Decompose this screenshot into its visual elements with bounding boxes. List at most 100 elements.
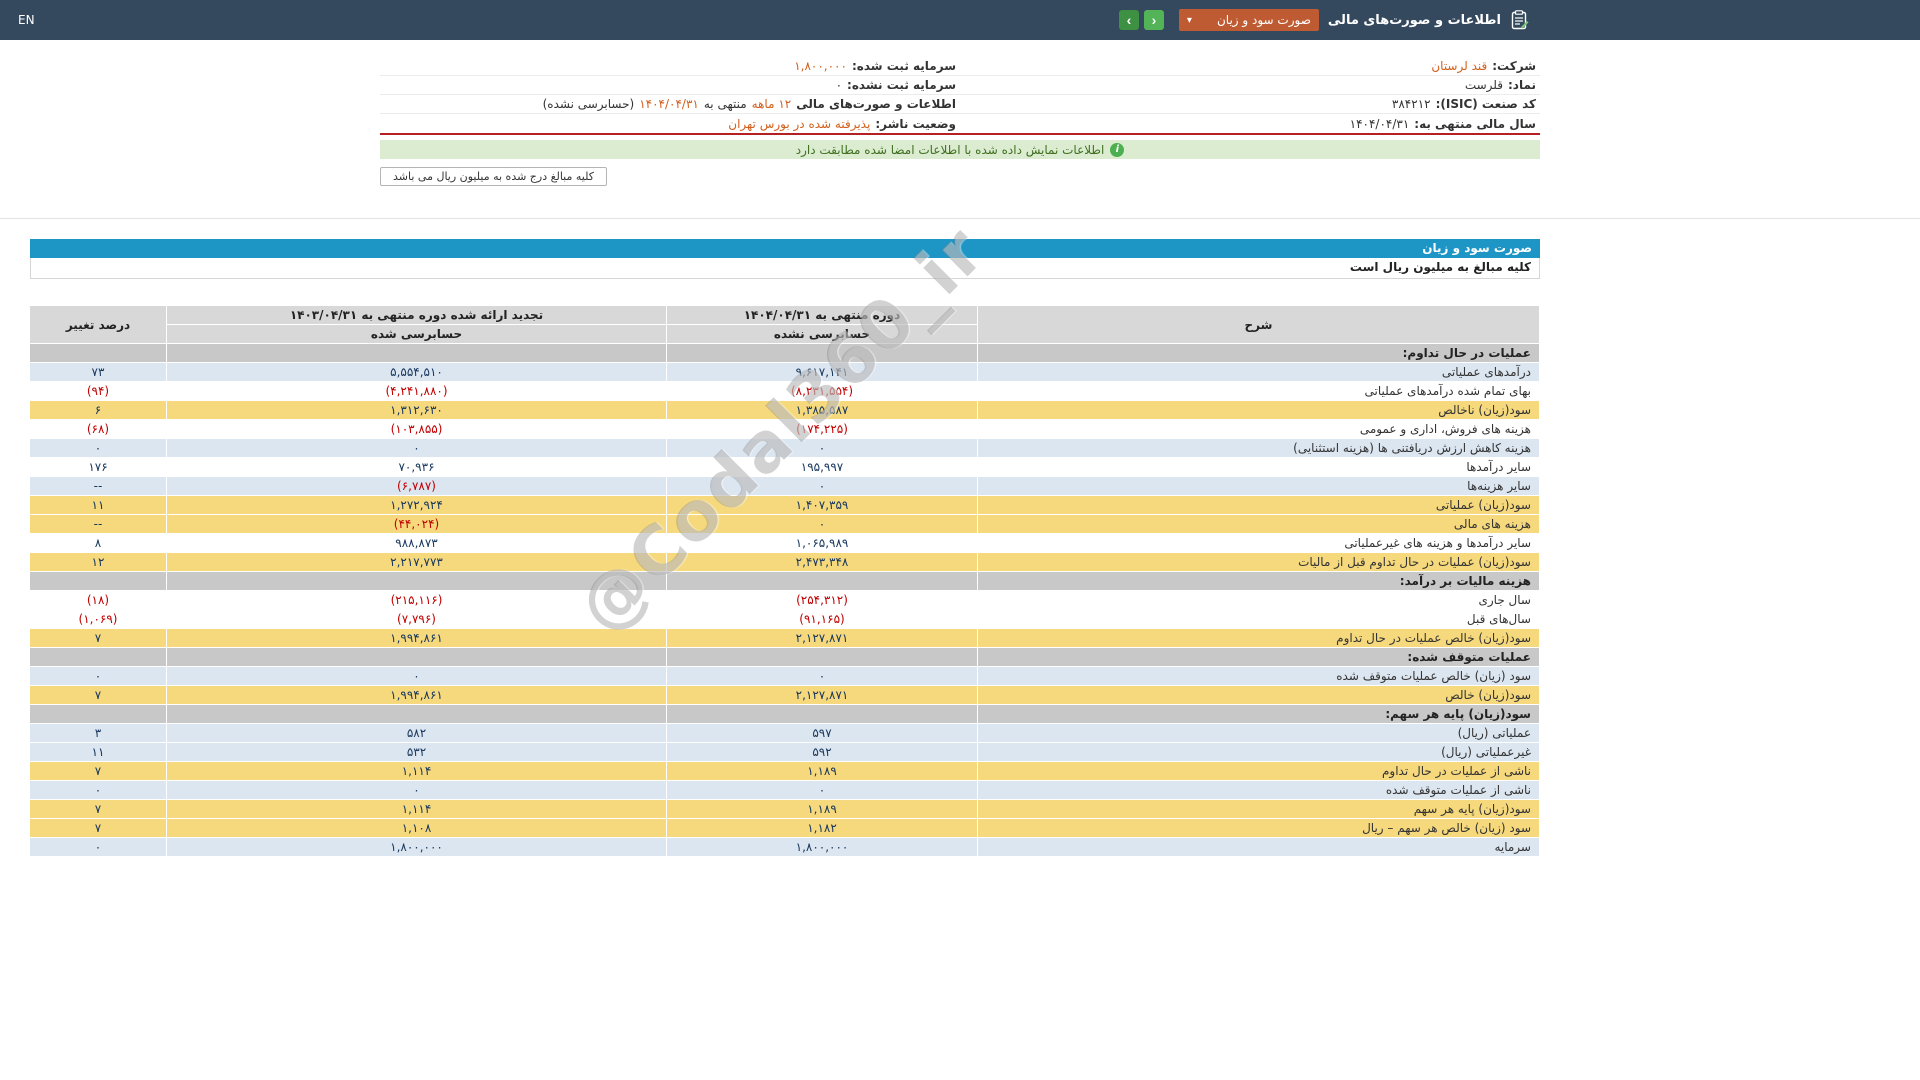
info-value: ۱,۸۰۰,۰۰۰ [794,59,847,73]
row-current-value: ۰ [666,438,978,458]
row-change-value: ۸ [29,533,167,553]
row-change-value: ۷ [29,628,167,648]
row-desc: سود(زیان) ناخالص [977,400,1540,420]
row-current-value [666,647,978,667]
row-prior-value: ۱,۱۱۴ [166,799,667,819]
units-note-tab: کلیه مبالغ درج شده به میلیون ریال می باش… [380,167,607,186]
table-row: هزینه های فروش، اداری و عمومی (۱۷۴,۲۲۵) (۱… [29,419,1540,439]
row-prior-value: ۵۳۲ [166,742,667,762]
row-current-value: ۵۹۷ [666,723,978,743]
row-desc: سود(زیان) عملیات در حال تداوم قبل از مال… [977,552,1540,572]
row-change-value: ۱۲ [29,552,167,572]
row-current-value: ۱۹۵,۹۹۷ [666,457,978,477]
info-field: اطلاعات و صورت‌های مالی ۱۲ ماهه منتهی به ۱۴… [380,95,960,114]
row-desc: ناشی از عملیات در حال تداوم [977,761,1540,781]
report-clipboard-icon [1510,9,1530,31]
row-current-value: ۱,۸۰۰,۰۰۰ [666,837,978,857]
section-row: عملیات متوقف شده: [29,647,1540,667]
section-divider [0,218,1920,219]
row-change-value: ۱۱ [29,742,167,762]
row-desc: سایر هزینه‌ها [977,476,1540,496]
row-current-value: ۵۹۲ [666,742,978,762]
row-change-value: (۹۴) [29,381,167,401]
info-value: ۱۴۰۴/۰۴/۳۱ [1349,116,1410,131]
info-value: ۳۸۴۲۱۲ [1391,97,1431,111]
row-current-value: ۰ [666,666,978,686]
section-row: عملیات در حال تداوم: [29,343,1540,363]
next-report-button[interactable]: › [1143,10,1164,30]
info-field: سرمایه ثبت شده: ۱,۸۰۰,۰۰۰ [380,57,960,76]
table-row: سایر هزینه‌ها ۰ (۶,۷۸۷) -- [29,476,1540,496]
section-row: سود(زیان) پایه هر سهم: [29,704,1540,724]
row-desc: سود (زیان) خالص عملیات متوقف شده [977,666,1540,686]
table-row: عملیاتی (ریال) ۵۹۷ ۵۸۲ ۳ [29,723,1540,743]
row-desc: غیرعملیاتی (ریال) [977,742,1540,762]
info-field: وضعیت ناشر: پذیرفته شده در بورس تهران [380,114,960,133]
row-desc: ناشی از عملیات متوقف شده [977,780,1540,800]
info-value: (حسابرسی نشده) [542,97,635,111]
table-row: سود(زیان) خالص ۲,۱۲۷,۸۷۱ ۱,۹۹۴,۸۶۱ ۷ [29,685,1540,705]
row-desc: هزینه های مالی [977,514,1540,534]
info-value: ۰ [835,78,843,92]
table-row: سود(زیان) ناخالص ۱,۳۸۵,۵۸۷ ۱,۳۱۲,۶۳۰ ۶ [29,400,1540,420]
table-row: سود(زیان) پایه هر سهم ۱,۱۸۹ ۱,۱۱۴ ۷ [29,799,1540,819]
row-change-value: (۶۸) [29,419,167,439]
row-current-value: ۱,۰۶۵,۹۸۹ [666,533,978,553]
row-desc: سود(زیان) خالص [977,685,1540,705]
row-change-value: (۱,۰۶۹) [29,609,167,629]
header-prior-period: تجدید ارائه شده دوره منتهی به ۱۴۰۳/۰۴/۳۱ [166,305,667,325]
row-change-value: ۳ [29,723,167,743]
info-value: ۱۲ ماهه [751,97,792,111]
row-prior-value: ۲,۲۱۷,۷۷۳ [166,552,667,572]
statement-units-note: کلیه مبالغ به میلیون ریال است [30,258,1540,279]
row-change-value: ۷۳ [29,362,167,382]
row-prior-value: ۷۰,۹۳۶ [166,457,667,477]
row-current-value: ۱,۳۸۵,۵۸۷ [666,400,978,420]
report-select[interactable]: صورت سود و زیان ▾ [1178,9,1319,31]
info-label: کد صنعت (ISIC): [1435,97,1536,111]
row-desc: سال جاری [977,590,1540,610]
row-desc: سایر درآمدها [977,457,1540,477]
row-prior-value [166,647,667,667]
row-current-value: ۱,۱۸۹ [666,761,978,781]
row-desc: هزینه کاهش ارزش دریافتنی ها (هزینه استثن… [977,438,1540,458]
info-field: شرکت: قند لرستان [960,57,1540,76]
row-change-value [29,571,167,591]
row-change-value: ۶ [29,400,167,420]
row-desc: بهای تمام شده درآمدهای عملیاتی [977,381,1540,401]
info-label: سرمایه ثبت شده: [851,59,956,73]
row-current-value: (۸,۲۳۱,۵۵۴) [666,381,978,401]
statement-table-wrap: شرح دوره منتهی به ۱۴۰۴/۰۴/۳۱ تجدید ارائه… [29,305,1540,857]
table-row: درآمدهای عملیاتی ۹,۶۱۷,۱۴۱ ۵,۵۵۴,۵۱۰ ۷۳ [29,362,1540,382]
row-prior-value: (۷,۷۹۶) [166,609,667,629]
info-icon: i [1110,142,1125,157]
language-toggle[interactable]: EN [18,13,35,27]
table-row: سال جاری (۲۵۴,۳۱۲) (۲۱۵,۱۱۶) (۱۸) [29,590,1540,610]
row-change-value: -- [29,476,167,496]
info-field: سرمایه ثبت نشده: ۰ [380,76,960,95]
table-row: هزینه کاهش ارزش دریافتنی ها (هزینه استثن… [29,438,1540,458]
row-change-value: -- [29,514,167,534]
row-current-value: ۲,۱۲۷,۸۷۱ [666,628,978,648]
row-prior-value: ۱,۹۹۴,۸۶۱ [166,628,667,648]
row-prior-value: (۱۰۳,۸۵۵) [166,419,667,439]
statement-table-body: عملیات در حال تداوم: درآمدهای عملیاتی ۹,۶۱… [29,343,1540,857]
info-field: نماد: قلرست [960,76,1540,95]
row-prior-value: ۱,۱۰۸ [166,818,667,838]
row-desc: سود(زیان) خالص عملیات در حال تداوم [977,628,1540,648]
row-prior-value: (۴,۲۴۱,۸۸۰) [166,381,667,401]
row-desc: سایر درآمدها و هزینه های غیرعملیاتی [977,533,1540,553]
row-prior-value: ۰ [166,780,667,800]
units-row: کلیه مبالغ درج شده به میلیون ریال می باش… [380,167,1540,186]
row-change-value: ۱۱ [29,495,167,515]
table-row: سرمایه ۱,۸۰۰,۰۰۰ ۱,۸۰۰,۰۰۰ ۰ [29,837,1540,857]
row-current-value: ۹,۶۱۷,۱۴۱ [666,362,978,382]
table-row: سود(زیان) خالص عملیات در حال تداوم ۲,۱۲۷,… [29,628,1540,648]
row-desc: سرمایه [977,837,1540,857]
prev-report-button[interactable]: ‹ [1118,10,1139,30]
company-info: شرکت: قند لرستان سرمایه ثبت شده: ۱,۸۰۰,۰۰۰ ن… [380,57,1540,135]
row-desc: سال‌های قبل [977,609,1540,629]
row-desc: سود(زیان) عملیاتی [977,495,1540,515]
row-desc: درآمدهای عملیاتی [977,362,1540,382]
table-header-row-1: شرح دوره منتهی به ۱۴۰۴/۰۴/۳۱ تجدید ارائه… [29,305,1540,344]
